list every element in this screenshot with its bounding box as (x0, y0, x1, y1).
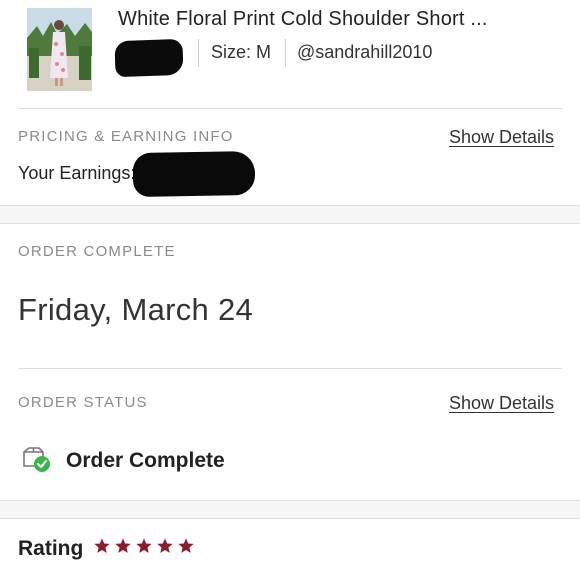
rating-label: Rating (18, 537, 84, 560)
divider (285, 39, 286, 67)
order-complete-date: Friday, March 24 (18, 292, 254, 327)
listing-photo (27, 8, 92, 91)
listing-thumbnail[interactable] (27, 8, 92, 91)
section-spacer (0, 501, 580, 518)
redacted-earnings (132, 150, 256, 198)
order-status-text: Order Complete (66, 449, 225, 472)
divider (0, 518, 580, 519)
rating-stars (93, 537, 195, 555)
star-icon (178, 538, 194, 553)
divider (18, 108, 562, 109)
section-spacer (0, 206, 580, 223)
status-show-details-link[interactable]: Show Details (449, 393, 554, 414)
pricing-section-label: PRICING & EARNING INFO (18, 128, 234, 145)
star-icon (136, 538, 152, 553)
star-icon (157, 538, 173, 553)
star-icon (94, 538, 110, 553)
star-icon (115, 538, 131, 553)
earnings-label: Your Earnings: $ (18, 163, 151, 183)
divider (198, 39, 199, 67)
seller-username[interactable]: @sandrahill2010 (297, 42, 432, 63)
divider (0, 223, 580, 224)
package-check-icon (21, 446, 51, 474)
listing-title[interactable]: White Floral Print Cold Shoulder Short .… (118, 8, 488, 31)
divider (18, 368, 562, 369)
pricing-show-details-link[interactable]: Show Details (449, 127, 554, 148)
order-complete-section-label: ORDER COMPLETE (18, 243, 176, 260)
size-label: Size: M (211, 42, 272, 62)
order-status-section-label: ORDER STATUS (18, 394, 148, 411)
redacted-price (114, 38, 184, 78)
